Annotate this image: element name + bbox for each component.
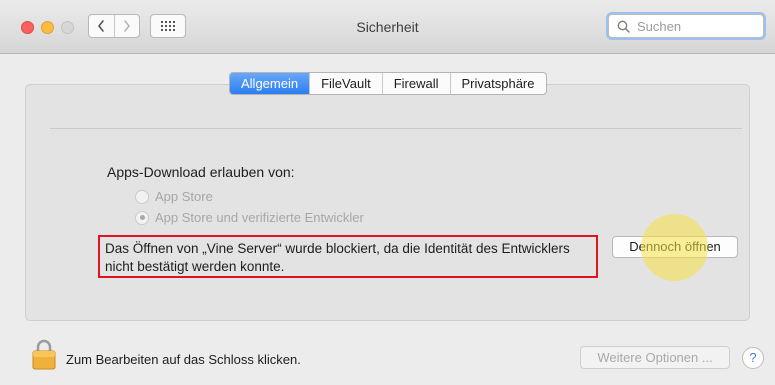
- tab-bar: Allgemein FileVault Firewall Privatsphär…: [229, 72, 547, 95]
- zoom-window-button[interactable]: [61, 21, 74, 34]
- open-anyway-button[interactable]: Dennoch öffnen: [612, 236, 738, 258]
- lock-icon[interactable]: [32, 338, 56, 370]
- content-panel: [25, 84, 750, 321]
- chevron-left-icon: [98, 20, 105, 32]
- blocked-message-line-1: Das Öffnen von „Vine Server“ wurde block…: [105, 241, 570, 256]
- forward-button[interactable]: [113, 15, 140, 37]
- radio-label: App Store und verifizierte Entwickler: [155, 210, 364, 225]
- radio-app-store[interactable]: App Store: [135, 189, 213, 204]
- minimize-window-button[interactable]: [41, 21, 54, 34]
- close-window-button[interactable]: [21, 21, 34, 34]
- grid-icon: [161, 21, 175, 31]
- download-source-label: Apps-Download erlauben von:: [107, 164, 295, 180]
- search-field[interactable]: [608, 14, 764, 38]
- blocked-message-line-2: nicht bestätigt werden konnte.: [105, 259, 285, 274]
- chevron-right-icon: [123, 20, 130, 32]
- navigation-buttons: [88, 14, 140, 38]
- back-button[interactable]: [89, 15, 114, 37]
- title-bar: Sicherheit: [0, 0, 775, 54]
- section-divider: [50, 128, 742, 129]
- radio-button[interactable]: [135, 189, 149, 204]
- lock-hint-label: Zum Bearbeiten auf das Schloss klicken.: [66, 352, 301, 367]
- more-options-button[interactable]: Weitere Optionen ...: [580, 346, 730, 369]
- show-all-button[interactable]: [150, 14, 186, 38]
- tab-firewall[interactable]: Firewall: [381, 73, 450, 94]
- radio-button-selected[interactable]: [135, 210, 149, 225]
- radio-label: App Store: [155, 189, 213, 204]
- search-icon: [617, 20, 633, 33]
- blocked-app-message: Das Öffnen von „Vine Server“ wurde block…: [98, 235, 598, 278]
- search-input[interactable]: [637, 18, 761, 34]
- help-button[interactable]: ?: [742, 347, 764, 369]
- radio-app-store-and-identified[interactable]: App Store und verifizierte Entwickler: [135, 210, 364, 225]
- tab-allgemein[interactable]: Allgemein: [230, 73, 310, 94]
- tab-filevault[interactable]: FileVault: [309, 73, 382, 94]
- tab-privatsphaere[interactable]: Privatsphäre: [449, 73, 546, 94]
